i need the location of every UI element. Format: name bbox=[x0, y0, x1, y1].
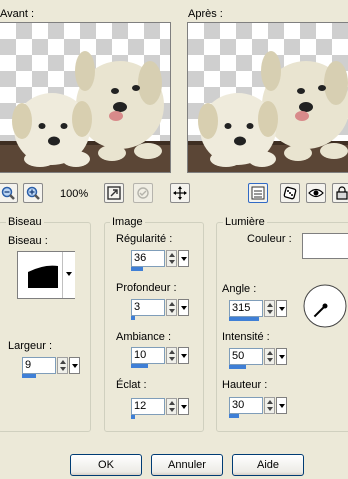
ambiance-label: Ambiance : bbox=[116, 331, 172, 343]
puppies-image bbox=[0, 51, 170, 172]
regularite-dropdown[interactable] bbox=[178, 250, 189, 267]
lumiere-group-title: Lumière bbox=[223, 216, 267, 228]
preview-toggle-button[interactable] bbox=[306, 183, 326, 203]
largeur-input[interactable]: 9 bbox=[22, 357, 56, 374]
hauteur-slider-bar[interactable] bbox=[229, 414, 239, 418]
eclat-slider-bar[interactable] bbox=[131, 415, 135, 419]
profondeur-slider-bar[interactable] bbox=[131, 316, 135, 320]
largeur-dropdown[interactable] bbox=[69, 357, 80, 374]
angle-dropdown[interactable] bbox=[276, 300, 287, 317]
largeur-label: Largeur : bbox=[8, 340, 53, 352]
angle-slider-bar[interactable] bbox=[229, 317, 259, 321]
intensite-dropdown[interactable] bbox=[276, 348, 287, 365]
bevel-shape-selector[interactable] bbox=[17, 251, 75, 299]
regularite-input[interactable]: 36 bbox=[131, 250, 165, 267]
couleur-swatch[interactable] bbox=[302, 233, 348, 259]
puppies-image-result bbox=[188, 51, 348, 172]
proof-icon bbox=[137, 187, 149, 199]
hauteur-label: Hauteur : bbox=[222, 379, 268, 391]
eclat-label: Éclat : bbox=[116, 379, 147, 391]
profondeur-input[interactable]: 3 bbox=[131, 299, 165, 316]
after-preview[interactable] bbox=[187, 22, 348, 173]
hauteur-input[interactable]: 30 bbox=[229, 397, 263, 414]
zoom-level: 100% bbox=[60, 188, 89, 200]
angle-dial-graphic bbox=[303, 284, 347, 328]
regularite-slider-bar[interactable] bbox=[131, 267, 143, 271]
before-label: Avant : bbox=[0, 8, 35, 20]
angle-dial[interactable] bbox=[302, 283, 348, 329]
hauteur-updown[interactable] bbox=[264, 397, 275, 414]
bevel-shape-preview bbox=[28, 265, 58, 288]
help-button[interactable]: Aide bbox=[232, 454, 304, 476]
largeur-slider-bar[interactable] bbox=[22, 374, 36, 378]
fit-icon bbox=[107, 186, 121, 200]
pan-icon bbox=[173, 186, 187, 200]
lock-icon bbox=[336, 186, 348, 200]
hauteur-dropdown[interactable] bbox=[276, 397, 287, 414]
intensite-updown[interactable] bbox=[264, 348, 275, 365]
angle-label: Angle : bbox=[222, 283, 257, 295]
couleur-label: Couleur : bbox=[247, 233, 292, 245]
bevel-shape-dropdown-button[interactable] bbox=[62, 252, 75, 298]
after-label: Après : bbox=[188, 8, 223, 20]
settings-icon bbox=[251, 186, 265, 200]
intensite-slider-bar[interactable] bbox=[229, 365, 246, 369]
regularite-updown[interactable] bbox=[166, 250, 177, 267]
randomize-icon bbox=[283, 186, 297, 200]
cancel-button[interactable]: Annuler bbox=[151, 454, 223, 476]
zoom-in-icon bbox=[26, 186, 40, 200]
regularite-label: Régularité : bbox=[116, 233, 173, 245]
biseau-shape-label: Biseau : bbox=[8, 235, 48, 247]
image-group-title: Image bbox=[110, 216, 145, 228]
angle-updown[interactable] bbox=[264, 300, 275, 317]
profondeur-label: Profondeur : bbox=[116, 282, 177, 294]
lock-button[interactable] bbox=[332, 183, 348, 203]
intensite-input[interactable]: 50 bbox=[229, 348, 263, 365]
largeur-updown[interactable] bbox=[57, 357, 68, 374]
eclat-updown[interactable] bbox=[166, 398, 177, 415]
intensite-label: Intensité : bbox=[222, 331, 270, 343]
settings-button[interactable] bbox=[248, 183, 268, 203]
proof-button[interactable] bbox=[133, 183, 153, 203]
ambiance-input[interactable]: 10 bbox=[131, 347, 165, 364]
ambiance-updown[interactable] bbox=[166, 347, 177, 364]
randomize-button[interactable] bbox=[280, 183, 300, 203]
ambiance-slider-bar[interactable] bbox=[131, 364, 148, 368]
pan-button[interactable] bbox=[170, 183, 190, 203]
eclat-input[interactable]: 12 bbox=[131, 398, 165, 415]
zoom-out-icon bbox=[1, 186, 15, 200]
chevron-down-icon bbox=[66, 272, 72, 276]
before-preview[interactable] bbox=[0, 22, 171, 173]
eye-icon bbox=[308, 188, 324, 198]
biseau-group-title: Biseau bbox=[6, 216, 44, 228]
ok-button[interactable]: OK bbox=[70, 454, 142, 476]
fit-window-button[interactable] bbox=[104, 183, 124, 203]
angle-input[interactable]: 315 bbox=[229, 300, 263, 317]
zoom-out-button[interactable] bbox=[0, 183, 18, 203]
eclat-dropdown[interactable] bbox=[178, 398, 189, 415]
ambiance-dropdown[interactable] bbox=[178, 347, 189, 364]
profondeur-updown[interactable] bbox=[166, 299, 177, 316]
zoom-in-button[interactable] bbox=[23, 183, 43, 203]
profondeur-dropdown[interactable] bbox=[178, 299, 189, 316]
